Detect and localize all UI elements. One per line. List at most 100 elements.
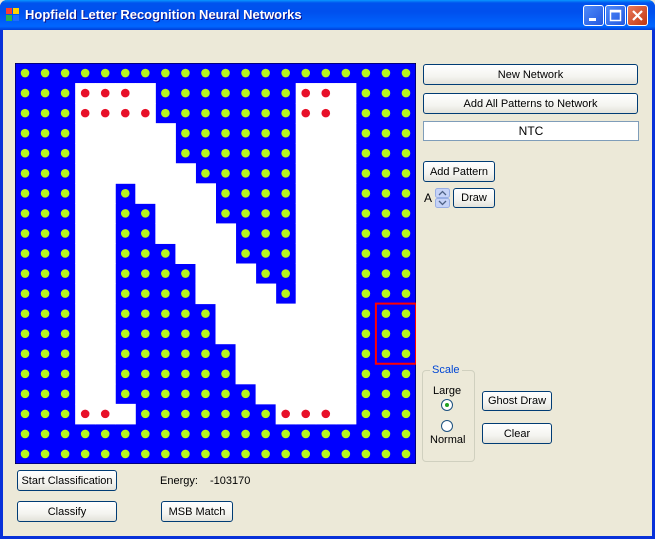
neuron-dot[interactable] <box>60 108 70 118</box>
grid-cell-white[interactable] <box>95 203 116 224</box>
grid-cell-white[interactable] <box>75 283 96 305</box>
neuron-dot[interactable] <box>401 88 411 98</box>
neuron-dot[interactable] <box>221 189 230 198</box>
grid-cell-white[interactable] <box>195 223 216 244</box>
neuron-dot[interactable] <box>261 209 270 218</box>
neuron-dot[interactable] <box>20 189 30 198</box>
neuron-dot[interactable] <box>141 429 150 439</box>
neuron-dot[interactable] <box>60 168 70 178</box>
neuron-dot[interactable] <box>40 369 50 379</box>
neuron-dot[interactable] <box>261 249 270 258</box>
neuron-dot[interactable] <box>120 68 130 78</box>
grid-cell-white[interactable] <box>315 283 337 305</box>
neuron-dot[interactable] <box>60 269 70 278</box>
neuron-dot[interactable] <box>40 429 50 439</box>
neuron-dot[interactable] <box>40 269 50 278</box>
neuron-dot[interactable] <box>120 389 130 399</box>
neuron-dot[interactable] <box>381 349 391 359</box>
neuron-dot[interactable] <box>141 209 150 218</box>
neuron-dot[interactable] <box>361 309 371 318</box>
grid-cell-white[interactable] <box>335 323 357 345</box>
grid-cell-white[interactable] <box>315 143 337 164</box>
neuron-dot[interactable] <box>161 309 170 318</box>
neuron-dot[interactable] <box>361 249 371 258</box>
neuron-dot[interactable] <box>381 369 391 379</box>
neuron-dot[interactable] <box>361 269 371 278</box>
grid-cell-white[interactable] <box>75 383 96 405</box>
neuron-dot[interactable] <box>120 329 130 338</box>
add-pattern-button[interactable]: Add Pattern <box>423 161 495 182</box>
neuron-dot[interactable] <box>261 88 270 98</box>
grid-cell-white[interactable] <box>295 383 317 405</box>
neuron-dot[interactable] <box>221 409 230 419</box>
neuron-dot[interactable] <box>20 168 30 178</box>
neuron-dot-red[interactable] <box>321 88 331 98</box>
neuron-dot[interactable] <box>401 449 411 459</box>
spinner-arrows-icon[interactable] <box>435 188 451 208</box>
neuron-dot-red[interactable] <box>80 409 90 419</box>
neuron-dot[interactable] <box>201 108 210 118</box>
grid-cell-white[interactable] <box>115 163 136 184</box>
neuron-dot-red[interactable] <box>100 88 110 98</box>
neuron-dot[interactable] <box>181 409 190 419</box>
neuron-dot[interactable] <box>381 449 391 459</box>
grid-cell-white[interactable] <box>255 323 277 345</box>
neuron-dot[interactable] <box>161 429 170 439</box>
neuron-dot[interactable] <box>141 249 150 258</box>
neuron-dot[interactable] <box>161 449 170 459</box>
grid-cell-white[interactable] <box>275 383 297 405</box>
neuron-dot[interactable] <box>141 289 150 298</box>
neuron-dot[interactable] <box>181 128 190 138</box>
neuron-dot[interactable] <box>381 269 391 278</box>
clear-button[interactable]: Clear <box>482 423 552 444</box>
neuron-dot[interactable] <box>141 409 150 419</box>
neuron-dot[interactable] <box>381 189 391 198</box>
grid-cell-white[interactable] <box>335 363 357 385</box>
grid-cell-white[interactable] <box>215 283 237 305</box>
neuron-dot[interactable] <box>161 349 170 359</box>
neuron-dot[interactable] <box>261 409 270 419</box>
neuron-dot[interactable] <box>60 249 70 258</box>
neuron-dot-red[interactable] <box>321 108 331 118</box>
neuron-dot[interactable] <box>281 449 290 459</box>
neuron-dot[interactable] <box>201 309 210 318</box>
neuron-dot[interactable] <box>40 249 50 258</box>
neuron-dot[interactable] <box>20 229 30 238</box>
neuron-dot[interactable] <box>60 329 70 338</box>
neuron-dot[interactable] <box>120 269 130 278</box>
grid-cell-white[interactable] <box>335 83 357 104</box>
neuron-dot[interactable] <box>241 68 250 78</box>
neuron-dot[interactable] <box>141 309 150 318</box>
grid-cell-white[interactable] <box>335 343 357 365</box>
neuron-dot[interactable] <box>241 229 250 238</box>
neuron-dot[interactable] <box>221 429 230 439</box>
neuron-dot[interactable] <box>161 269 170 278</box>
draw-button[interactable]: Draw <box>453 188 495 208</box>
neuron-dot[interactable] <box>241 409 250 419</box>
neuron-dot[interactable] <box>40 68 50 78</box>
neuron-dot[interactable] <box>241 168 250 178</box>
grid-cell-white[interactable] <box>195 203 216 224</box>
classify-button[interactable]: Classify <box>17 501 117 522</box>
neuron-dot[interactable] <box>40 168 50 178</box>
neuron-dot[interactable] <box>281 108 290 118</box>
neuron-dot[interactable] <box>241 189 250 198</box>
neuron-dot[interactable] <box>241 88 250 98</box>
neuron-dot[interactable] <box>361 289 371 298</box>
neuron-dot[interactable] <box>341 429 351 439</box>
neuron-dot[interactable] <box>120 229 130 238</box>
grid-cell-white[interactable] <box>75 303 96 325</box>
grid-cell-white[interactable] <box>95 383 116 405</box>
grid-cell-white[interactable] <box>235 323 257 345</box>
grid-cell-white[interactable] <box>155 203 176 224</box>
neuron-dot[interactable] <box>100 449 110 459</box>
grid-cell-white[interactable] <box>175 203 196 224</box>
grid-cell-white[interactable] <box>295 143 317 164</box>
neuron-dot[interactable] <box>341 449 351 459</box>
neuron-dot[interactable] <box>281 429 290 439</box>
grid-cell-white[interactable] <box>295 343 317 365</box>
neuron-dot[interactable] <box>201 168 210 178</box>
neuron-dot[interactable] <box>60 449 70 459</box>
grid-cell-white[interactable] <box>295 323 317 345</box>
neuron-dot[interactable] <box>80 429 90 439</box>
